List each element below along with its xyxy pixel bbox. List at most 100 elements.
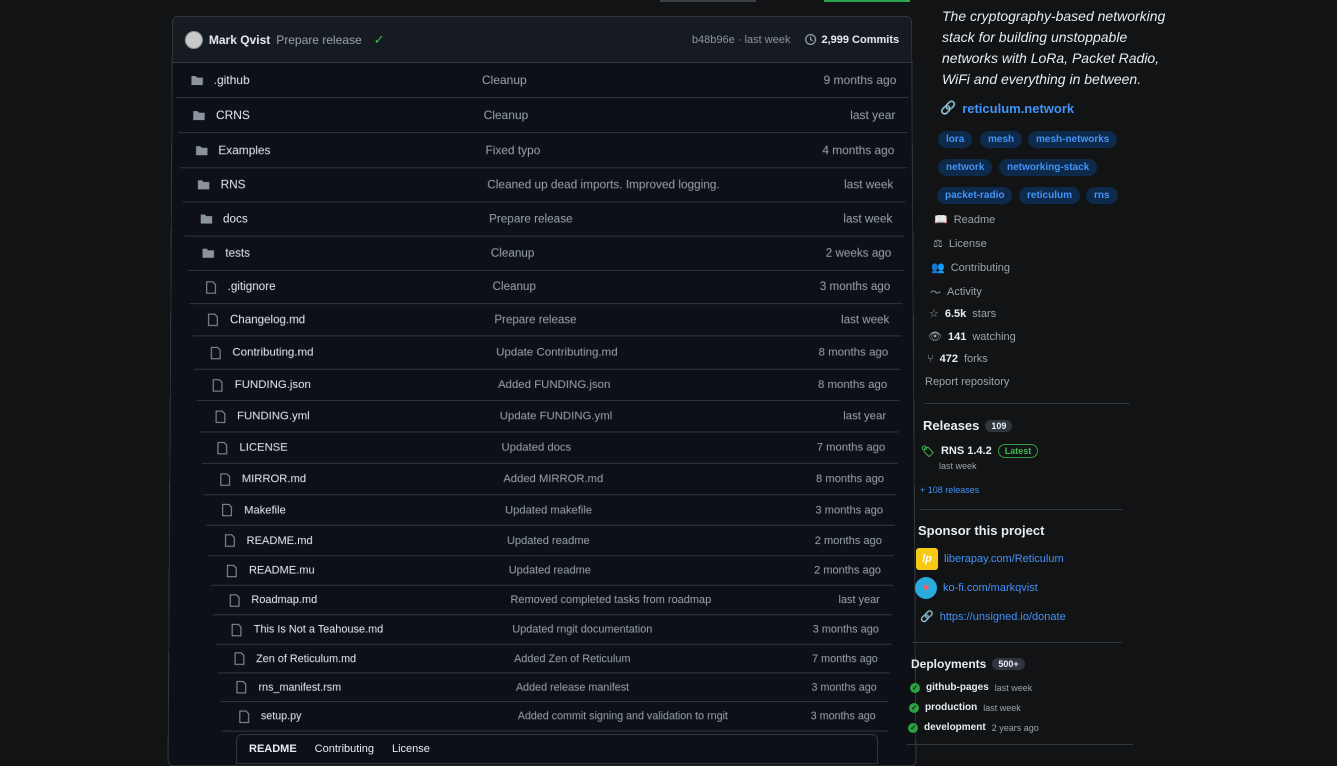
file-name[interactable]: Zen of Reticulum.md bbox=[256, 652, 356, 664]
file-name[interactable]: README.md bbox=[247, 534, 313, 546]
tab-readme[interactable]: README bbox=[249, 743, 297, 755]
commit-message[interactable]: Updated readme bbox=[507, 534, 590, 546]
sponsor-liberapay[interactable]: lp liberapay.com/Reticulum bbox=[916, 548, 1064, 570]
table-row[interactable]: Zen of Reticulum.md Added Zen of Reticulu… bbox=[218, 645, 890, 674]
topic-mesh-networks[interactable]: mesh-networks bbox=[1028, 131, 1117, 148]
commit-sha[interactable]: b48b96e · last week bbox=[692, 33, 791, 45]
deployment-development[interactable]: ✓ development 2 years ago bbox=[908, 722, 1039, 733]
deployments-heading[interactable]: Deployments 500+ bbox=[911, 657, 1025, 671]
stars-link[interactable]: ☆ 6.5k stars bbox=[929, 307, 996, 320]
code-button-edge[interactable] bbox=[660, 0, 756, 2]
table-row[interactable]: setup.py Added commit signing and validat… bbox=[222, 702, 887, 732]
file-name[interactable]: This Is Not a Teahouse.md bbox=[254, 623, 384, 635]
commit-message[interactable]: Fixed typo bbox=[485, 143, 540, 157]
file-name[interactable]: docs bbox=[223, 212, 248, 225]
topic-reticulum[interactable]: reticulum bbox=[1019, 187, 1080, 204]
file-name[interactable]: Makefile bbox=[244, 504, 286, 516]
file-name[interactable]: CRNS bbox=[216, 108, 250, 122]
table-row[interactable]: README.md Updated readme 2 months ago bbox=[208, 526, 894, 556]
file-name[interactable]: README.mu bbox=[249, 564, 315, 576]
topic-mesh[interactable]: mesh bbox=[980, 131, 1022, 148]
commit-message[interactable]: Prepare release bbox=[494, 314, 576, 326]
commit-message[interactable]: Added release manifest bbox=[516, 681, 629, 693]
license-link[interactable]: ⚖ License bbox=[933, 237, 987, 250]
activity-link[interactable]: 〜 Activity bbox=[930, 284, 982, 300]
table-row[interactable]: .gitignore Cleanup 3 months ago bbox=[189, 271, 902, 304]
readme-link[interactable]: 📖 Readme bbox=[934, 213, 995, 226]
file-name[interactable]: Contributing.md bbox=[232, 347, 313, 359]
commit-author[interactable]: Mark Qvist bbox=[209, 32, 270, 46]
table-row[interactable]: FUNDING.json Added FUNDING.json 8 months a… bbox=[196, 370, 899, 401]
table-row[interactable]: RNS Cleaned up dead imports. Improved log… bbox=[182, 168, 905, 202]
file-name[interactable]: FUNDING.yml bbox=[237, 410, 310, 422]
commit-message[interactable]: Cleanup bbox=[484, 108, 528, 122]
table-row[interactable]: docs Prepare release last week bbox=[185, 202, 905, 236]
commit-message[interactable]: Removed completed tasks from roadmap bbox=[511, 594, 712, 606]
file-name[interactable]: Examples bbox=[218, 143, 270, 157]
table-row[interactable]: Roadmap.md Removed completed tasks from r… bbox=[213, 586, 892, 616]
commit-message[interactable]: Updated readme bbox=[509, 564, 591, 576]
topic-lora[interactable]: lora bbox=[938, 131, 972, 148]
commit-message[interactable]: Cleanup bbox=[493, 281, 536, 293]
tab-license[interactable]: License bbox=[392, 743, 430, 755]
commit-message[interactable]: Updated docs bbox=[502, 442, 572, 454]
table-row[interactable]: MIRROR.md Added MIRROR.md 8 months ago bbox=[203, 464, 896, 495]
table-row[interactable]: This Is Not a Teahouse.md Updated rngit d… bbox=[215, 615, 891, 645]
file-name[interactable]: FUNDING.json bbox=[235, 379, 311, 391]
file-name[interactable]: .gitignore bbox=[228, 281, 276, 293]
topic-packet-radio[interactable]: packet-radio bbox=[937, 187, 1012, 204]
commit-message[interactable]: Update FUNDING.yml bbox=[500, 410, 612, 422]
file-name[interactable]: setup.py bbox=[261, 710, 302, 722]
commit-message[interactable]: Added Zen of Reticulum bbox=[514, 652, 630, 664]
topic-network[interactable]: network bbox=[938, 159, 992, 176]
commit-message[interactable]: Added FUNDING.json bbox=[498, 379, 610, 391]
commit-message[interactable]: Prepare release bbox=[489, 212, 573, 225]
latest-release[interactable]: 🏷 RNS 1.4.2 Latest bbox=[921, 444, 1038, 458]
green-button-edge[interactable] bbox=[824, 0, 910, 2]
table-row[interactable]: rns_manifest.rsm Added release manifest 3 … bbox=[220, 673, 889, 702]
watching-link[interactable]: 👁 141 watching bbox=[928, 330, 1016, 343]
table-row[interactable]: README.mu Updated readme 2 months ago bbox=[211, 556, 894, 585]
table-row[interactable]: Makefile Updated makefile 3 months ago bbox=[206, 495, 895, 525]
website-link[interactable]: 🔗 reticulum.network bbox=[940, 100, 1074, 116]
topic-networking-stack[interactable]: networking-stack bbox=[999, 159, 1097, 176]
commit-message[interactable]: Cleanup bbox=[491, 247, 535, 260]
forks-link[interactable]: ⑂ 472 forks bbox=[927, 353, 988, 365]
commit-message[interactable]: Added MIRROR.md bbox=[503, 473, 603, 485]
report-repository-link[interactable]: Report repository bbox=[925, 376, 1009, 388]
table-row[interactable]: Contributing.md Update Contributing.md 8 m… bbox=[194, 336, 900, 369]
sponsor-kofi[interactable]: ♥ ko-fi.com/markqvist bbox=[915, 577, 1038, 599]
commit-message[interactable]: Added commit signing and validation to r… bbox=[518, 710, 728, 722]
commit-message[interactable]: Updated makefile bbox=[505, 504, 592, 516]
more-releases-link[interactable]: + 108 releases bbox=[920, 485, 979, 495]
commit-message[interactable]: Cleaned up dead imports. Improved loggin… bbox=[487, 178, 719, 191]
table-row[interactable]: CRNS Cleanup last year bbox=[178, 98, 908, 133]
commit-message[interactable]: Cleanup bbox=[482, 73, 527, 87]
commits-link[interactable]: 2,999 Commits bbox=[804, 33, 899, 46]
file-name[interactable]: Changelog.md bbox=[230, 314, 305, 326]
sponsor-custom[interactable]: 🔗 https://unsigned.io/donate bbox=[920, 610, 1066, 623]
table-row[interactable]: Changelog.md Prepare release last week bbox=[192, 304, 902, 336]
avatar[interactable] bbox=[185, 30, 203, 48]
commit-message[interactable]: Update Contributing.md bbox=[496, 347, 617, 359]
table-row[interactable]: LICENSE Updated docs 7 months ago bbox=[201, 432, 897, 463]
file-name[interactable]: LICENSE bbox=[239, 442, 287, 454]
table-row[interactable]: .github Cleanup 9 months ago bbox=[176, 63, 909, 98]
table-row[interactable]: tests Cleanup 2 weeks ago bbox=[187, 237, 903, 271]
table-row[interactable]: FUNDING.yml Update FUNDING.yml last year bbox=[199, 401, 899, 432]
file-name[interactable]: Roadmap.md bbox=[251, 594, 317, 606]
file-name[interactable]: rns_manifest.rsm bbox=[258, 681, 341, 693]
table-row[interactable]: Examples Fixed typo 4 months ago bbox=[180, 133, 906, 168]
deployment-production[interactable]: ✓ production last week bbox=[909, 702, 1021, 713]
file-name[interactable]: tests bbox=[225, 247, 250, 260]
commit-message[interactable]: Updated rngit documentation bbox=[512, 623, 652, 635]
tab-contributing[interactable]: Contributing bbox=[315, 743, 374, 755]
check-icon[interactable]: ✓ bbox=[374, 31, 385, 47]
file-name[interactable]: RNS bbox=[221, 178, 246, 191]
releases-heading[interactable]: Releases 109 bbox=[923, 418, 1012, 433]
file-name[interactable]: MIRROR.md bbox=[242, 473, 306, 485]
commit-message[interactable]: Prepare release bbox=[276, 32, 361, 46]
deployment-github-pages[interactable]: ✓ github-pages last week bbox=[910, 682, 1032, 693]
file-name[interactable]: .github bbox=[214, 73, 250, 87]
contributing-link[interactable]: 👥 Contributing bbox=[931, 261, 1010, 274]
